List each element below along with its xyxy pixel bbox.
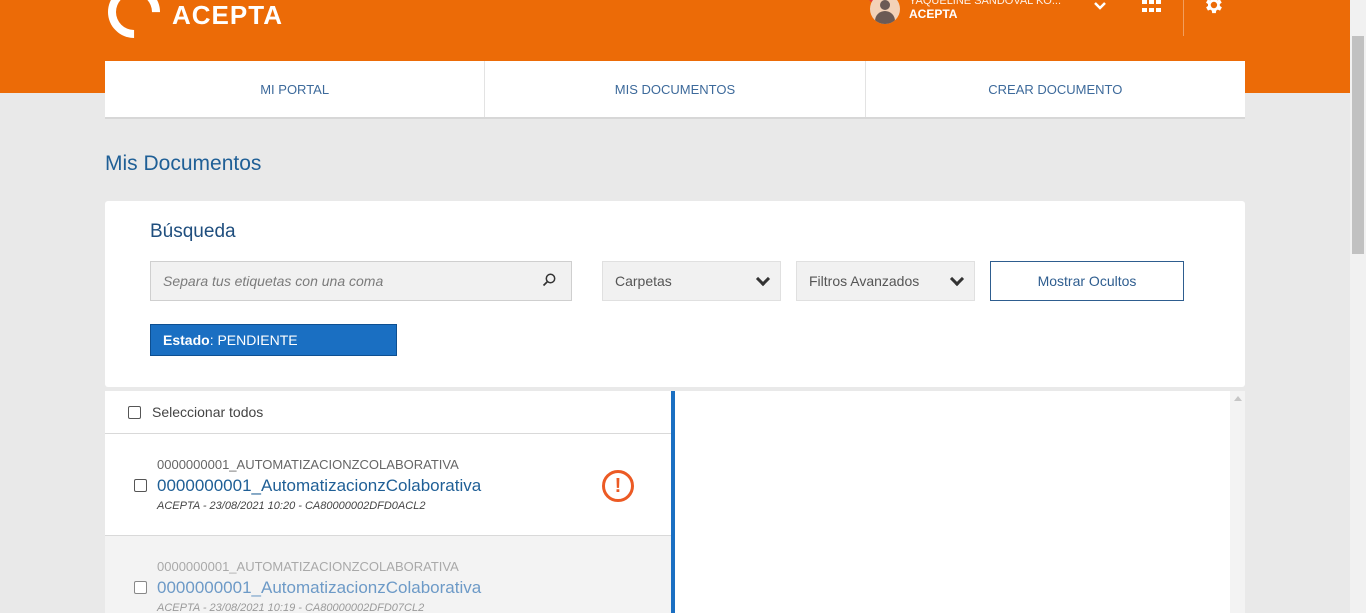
- main-nav: MI PORTAL MIS DOCUMENTOS CREAR DOCUMENTO: [105, 61, 1245, 119]
- gear-icon[interactable]: [1202, 0, 1224, 16]
- chevron-down-icon: [755, 271, 771, 286]
- list-item[interactable]: 0000000001_AUTOMATIZACIONZCOLABORATIVA 0…: [105, 536, 671, 613]
- user-name: YAQUELINE SANDOVAL KO...: [909, 0, 1062, 7]
- page-scrollbar-thumb[interactable]: [1352, 36, 1364, 254]
- nav-mis-documentos[interactable]: MIS DOCUMENTOS: [485, 61, 866, 117]
- document-folder: 0000000001_AUTOMATIZACIONZCOLABORATIVA: [157, 559, 459, 574]
- document-meta: ACEPTA - 23/08/2021 10:20 - CA80000002DF…: [157, 500, 426, 512]
- filter-tag-value: : PENDIENTE: [209, 332, 298, 348]
- select-all-label: Seleccionar todos: [152, 404, 264, 420]
- carpetas-select[interactable]: Carpetas: [602, 261, 781, 301]
- document-folder: 0000000001_AUTOMATIZACIONZCOLABORATIVA: [157, 457, 459, 472]
- filtros-label: Filtros Avanzados: [809, 273, 920, 289]
- carpetas-label: Carpetas: [615, 273, 672, 289]
- nav-crear-documento[interactable]: CREAR DOCUMENTO: [866, 61, 1245, 117]
- preview-scrollbar[interactable]: [1230, 391, 1245, 613]
- search-icon[interactable]: [542, 273, 556, 287]
- document-name-link[interactable]: 0000000001_AutomatizacionzColaborativa: [157, 578, 481, 598]
- nav-mi-portal[interactable]: MI PORTAL: [105, 61, 486, 117]
- filter-tag-key: Estado: [163, 332, 210, 348]
- document-meta: ACEPTA - 23/08/2021 10:19 - CA80000002DF…: [157, 602, 425, 613]
- filtros-avanzados-select[interactable]: Filtros Avanzados: [796, 261, 975, 301]
- document-checkbox[interactable]: [134, 479, 147, 492]
- avatar[interactable]: [870, 0, 900, 24]
- select-all-checkbox[interactable]: [128, 405, 141, 419]
- header-divider: [1183, 0, 1184, 36]
- document-preview-panel: [675, 391, 1230, 613]
- chevron-down-icon[interactable]: [1093, 1, 1107, 11]
- mostrar-ocultos-button[interactable]: Mostrar Ocultos: [990, 261, 1184, 301]
- document-name-link[interactable]: 0000000001_AutomatizacionzColaborativa: [157, 476, 481, 496]
- chevron-down-icon: [949, 271, 965, 286]
- alert-icon: !: [602, 470, 634, 502]
- user-company: ACEPTA: [909, 7, 958, 21]
- search-input[interactable]: [150, 261, 572, 301]
- page-title: Mis Documentos: [105, 152, 262, 175]
- filter-tag-estado[interactable]: Estado: PENDIENTE: [150, 324, 397, 356]
- scroll-up-arrow-icon[interactable]: [1234, 396, 1242, 401]
- document-list: Seleccionar todos 0000000001_AUTOMATIZAC…: [105, 391, 671, 613]
- document-checkbox[interactable]: [134, 581, 147, 594]
- logo-text: ACEPTA: [172, 0, 283, 30]
- user-menu[interactable]: YAQUELINE SANDOVAL KO... ACEPTA: [870, 0, 1061, 24]
- list-item[interactable]: 0000000001_AUTOMATIZACIONZCOLABORATIVA 0…: [105, 434, 671, 536]
- apps-grid-icon[interactable]: [1142, 0, 1161, 14]
- search-card: Búsqueda Carpetas Filtros Avanzados Most…: [105, 201, 1245, 387]
- search-title: Búsqueda: [150, 221, 236, 242]
- acepta-logo[interactable]: ACEPTA: [97, 0, 283, 49]
- select-all-row[interactable]: Seleccionar todos: [105, 391, 671, 434]
